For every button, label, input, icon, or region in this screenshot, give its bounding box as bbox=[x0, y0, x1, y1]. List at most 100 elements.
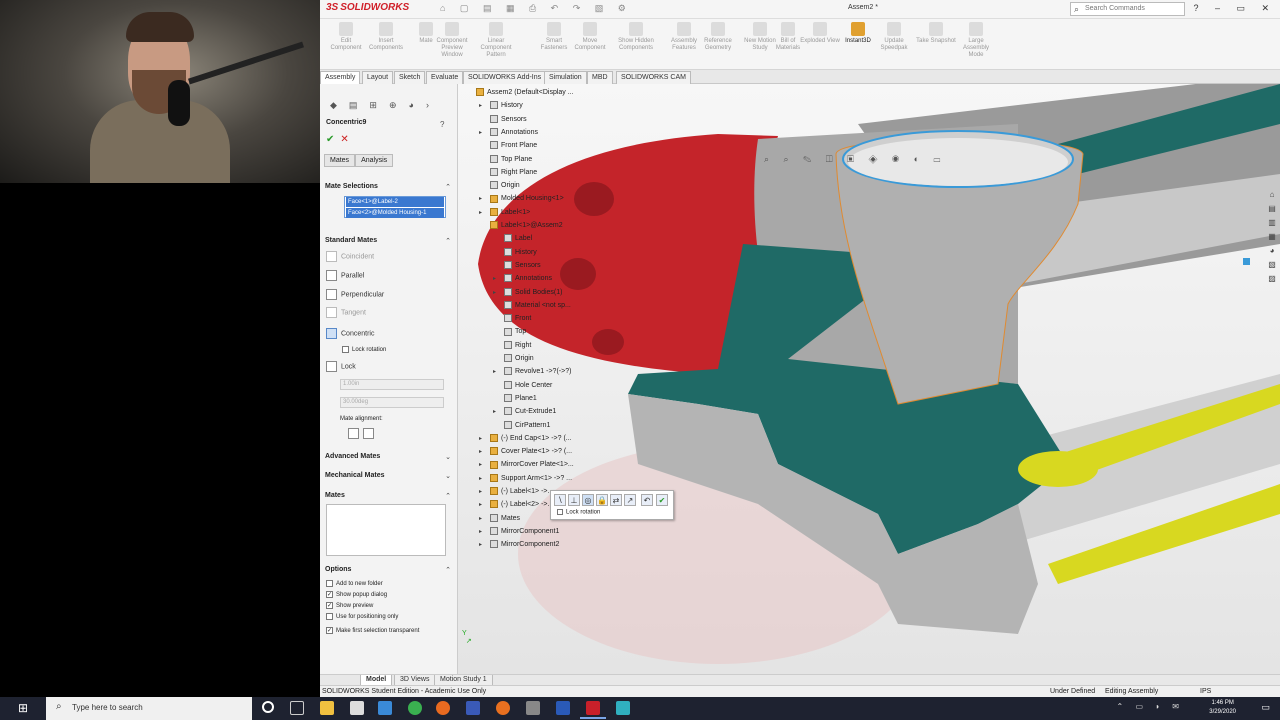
quick-access-toolbar[interactable]: ⌂ ▢ ▤ ▦ ⎙ ↶ ↷ ▧ ⚙ bbox=[440, 3, 632, 14]
option-checkbox[interactable]: Use for positioning only bbox=[326, 613, 398, 623]
tree-item[interactable]: Label bbox=[504, 233, 532, 245]
option-checkbox[interactable]: Add to new folder bbox=[326, 580, 383, 590]
clock[interactable]: 1:46 PM 3/29/2020 bbox=[1209, 699, 1236, 717]
cortana-icon[interactable] bbox=[262, 701, 274, 713]
task-pane-icons[interactable]: ⌂ ▤ ▥ ▦ ◕ ▧ ▨ bbox=[1266, 188, 1278, 286]
tree-item[interactable]: ▸ MirrorComponent1 bbox=[479, 526, 559, 538]
tree-item[interactable]: Top Plane bbox=[490, 154, 532, 166]
window-controls[interactable]: ? – ▭ ✕ bbox=[1193, 3, 1276, 14]
mate-popup-toolbar[interactable]: ∖ ⊥ ◎ 🔒 ⇄ ↗ ↶ ✔ Lock rotation bbox=[550, 490, 674, 520]
tree-item[interactable]: Origin bbox=[504, 353, 534, 365]
file-explorer-icon[interactable] bbox=[320, 701, 334, 715]
ribbon-button-speedpak[interactable]: Update Speedpak bbox=[874, 22, 914, 68]
tree-item[interactable]: Plane1 bbox=[504, 393, 537, 405]
ribbon-button-exploded-view[interactable]: Exploded View bbox=[800, 22, 840, 68]
firefox-icon[interactable] bbox=[436, 701, 450, 715]
mail-icon[interactable] bbox=[378, 701, 392, 715]
notification-icon[interactable]: ▭ bbox=[1261, 702, 1270, 713]
mate-alignment-buttons[interactable] bbox=[348, 428, 378, 442]
expand-arrow-icon[interactable]: ▸ bbox=[479, 473, 482, 485]
expand-arrow-icon[interactable]: ▸ bbox=[493, 273, 496, 285]
tree-item[interactable]: ▸ (-) Label<2> ->... bbox=[479, 499, 553, 511]
mate-parallel[interactable]: Parallel bbox=[326, 270, 364, 284]
app-icon[interactable] bbox=[466, 701, 480, 715]
tree-item[interactable]: Origin bbox=[490, 180, 520, 192]
status-units[interactable]: IPS bbox=[1200, 688, 1211, 695]
graphics-area[interactable]: Assem2 (Default<Display ... ▸ History Senso… bbox=[458, 84, 1280, 674]
tree-item[interactable]: Material <not sp... bbox=[504, 300, 571, 312]
tree-item[interactable]: Label<1>@Assem2 bbox=[490, 220, 563, 232]
concentric-popup-icon[interactable]: ◎ bbox=[582, 494, 594, 506]
tree-item[interactable]: ▸ Annotations bbox=[479, 127, 538, 139]
obs-icon[interactable] bbox=[496, 701, 510, 715]
coincident-popup-icon[interactable]: ∖ bbox=[554, 494, 566, 506]
store-icon[interactable] bbox=[350, 701, 364, 715]
solidworks-taskbar-icon[interactable] bbox=[580, 701, 606, 719]
mate-selections-header[interactable]: Mate Selections ⌃ bbox=[325, 183, 453, 191]
tab-simulation[interactable]: Simulation bbox=[544, 71, 587, 84]
tree-item[interactable]: Front bbox=[504, 313, 531, 325]
ribbon-button-instant3d[interactable]: Instant3D bbox=[838, 22, 878, 68]
ok-check-icon[interactable]: ✔ bbox=[326, 134, 334, 145]
tree-item[interactable]: ▸ Annotations bbox=[493, 273, 552, 285]
checkbox-checked[interactable]: ✓ bbox=[326, 627, 333, 634]
tree-item[interactable]: ▸ (-) End Cap<1> ->? (... bbox=[479, 433, 572, 445]
ribbon-button-linear-pattern[interactable]: Linear Component Pattern bbox=[476, 22, 516, 68]
manager-tabs-toolbar[interactable]: ◆▤⊞⊕◕› bbox=[322, 100, 456, 114]
option-checkbox[interactable]: ✓ Show popup dialog bbox=[326, 591, 387, 601]
taskbar-search-box[interactable]: ⌕ Type here to search bbox=[46, 697, 252, 720]
word-icon[interactable] bbox=[556, 701, 570, 715]
tab-assembly[interactable]: Assembly bbox=[320, 71, 361, 84]
angle-field[interactable]: 30.00deg bbox=[340, 397, 444, 408]
tree-item[interactable]: Top bbox=[504, 326, 526, 338]
expand-arrow-icon[interactable]: ▸ bbox=[479, 433, 482, 445]
anti-aligned-icon[interactable] bbox=[363, 428, 374, 439]
checkbox[interactable] bbox=[342, 346, 349, 353]
selection-item[interactable]: Face<1>@Label-2 bbox=[346, 197, 444, 207]
option-checkbox[interactable]: ✓ Make first selection transparent bbox=[326, 627, 419, 637]
popup-lock-rotation[interactable]: Lock rotation bbox=[557, 509, 600, 516]
ribbon-button-insert-components[interactable]: Insert Components bbox=[366, 22, 406, 68]
search-commands-input[interactable]: ⌕ Search Commands bbox=[1070, 2, 1185, 16]
aligned-icon[interactable] bbox=[348, 428, 359, 439]
mate-concentric[interactable]: Concentric bbox=[326, 328, 374, 342]
checkbox-checked[interactable]: ✓ bbox=[326, 591, 333, 598]
app-icon[interactable] bbox=[616, 701, 630, 715]
mate-tangent[interactable]: Tangent bbox=[326, 307, 366, 321]
perpendicular-popup-icon[interactable]: ⊥ bbox=[568, 494, 580, 506]
app-icon[interactable] bbox=[526, 701, 540, 715]
expand-arrow-icon[interactable]: ▸ bbox=[479, 486, 482, 498]
3d-model-render[interactable] bbox=[458, 84, 1280, 674]
tree-item[interactable]: Sensors bbox=[504, 260, 541, 272]
tree-item[interactable]: ▸ Solid Bodies(1) bbox=[493, 287, 562, 299]
chrome-icon[interactable] bbox=[408, 701, 422, 715]
task-view-icon[interactable] bbox=[290, 701, 304, 715]
tree-item[interactable]: ▸ Mates bbox=[479, 513, 520, 525]
expand-arrow-icon[interactable]: ▸ bbox=[493, 366, 496, 378]
system-tray-icons[interactable]: ⌃ ▭ ◗ ✉ bbox=[1117, 702, 1184, 711]
expand-arrow-icon[interactable]: ▸ bbox=[479, 526, 482, 538]
option-checkbox[interactable]: ✓ Show preview bbox=[326, 602, 373, 612]
cancel-x-icon[interactable]: ✕ bbox=[340, 134, 348, 145]
expand-arrow-icon[interactable]: ▸ bbox=[479, 127, 482, 139]
expand-arrow-icon[interactable]: ▸ bbox=[479, 499, 482, 511]
mates-list-box[interactable] bbox=[326, 504, 446, 556]
tree-item[interactable]: ▸ Revolve1 ->?(->?) bbox=[493, 366, 571, 378]
tree-item[interactable]: ▸ Molded Housing<1> bbox=[479, 193, 564, 205]
tree-item[interactable]: ▸ MirrorComponent2 bbox=[479, 539, 559, 551]
tree-item[interactable]: History bbox=[504, 247, 537, 259]
ribbon-button-large-assembly[interactable]: Large Assembly Mode bbox=[956, 22, 996, 68]
tab-mates[interactable]: Mates bbox=[324, 154, 356, 167]
tree-item[interactable]: ▸ MirrorCover Plate<1>... bbox=[479, 459, 574, 471]
ribbon-button-edit-component[interactable]: Edit Component bbox=[326, 22, 366, 68]
tree-item[interactable]: ▸ History bbox=[479, 100, 523, 112]
checkbox[interactable] bbox=[326, 580, 333, 587]
flip-popup-icon[interactable]: ⇄ bbox=[610, 494, 622, 506]
checkbox[interactable] bbox=[326, 613, 333, 620]
ribbon-button-show-hidden[interactable]: Show Hidden Components bbox=[616, 22, 656, 68]
tab-solidworks-cam[interactable]: SOLIDWORKS CAM bbox=[616, 71, 691, 84]
help-icon[interactable]: ? bbox=[440, 120, 444, 129]
standard-mates-header[interactable]: Standard Mates ⌃ bbox=[325, 237, 453, 245]
tab-sketch[interactable]: Sketch bbox=[394, 71, 426, 84]
tab-solidworks-add-ins[interactable]: SOLIDWORKS Add-Ins bbox=[463, 71, 547, 84]
